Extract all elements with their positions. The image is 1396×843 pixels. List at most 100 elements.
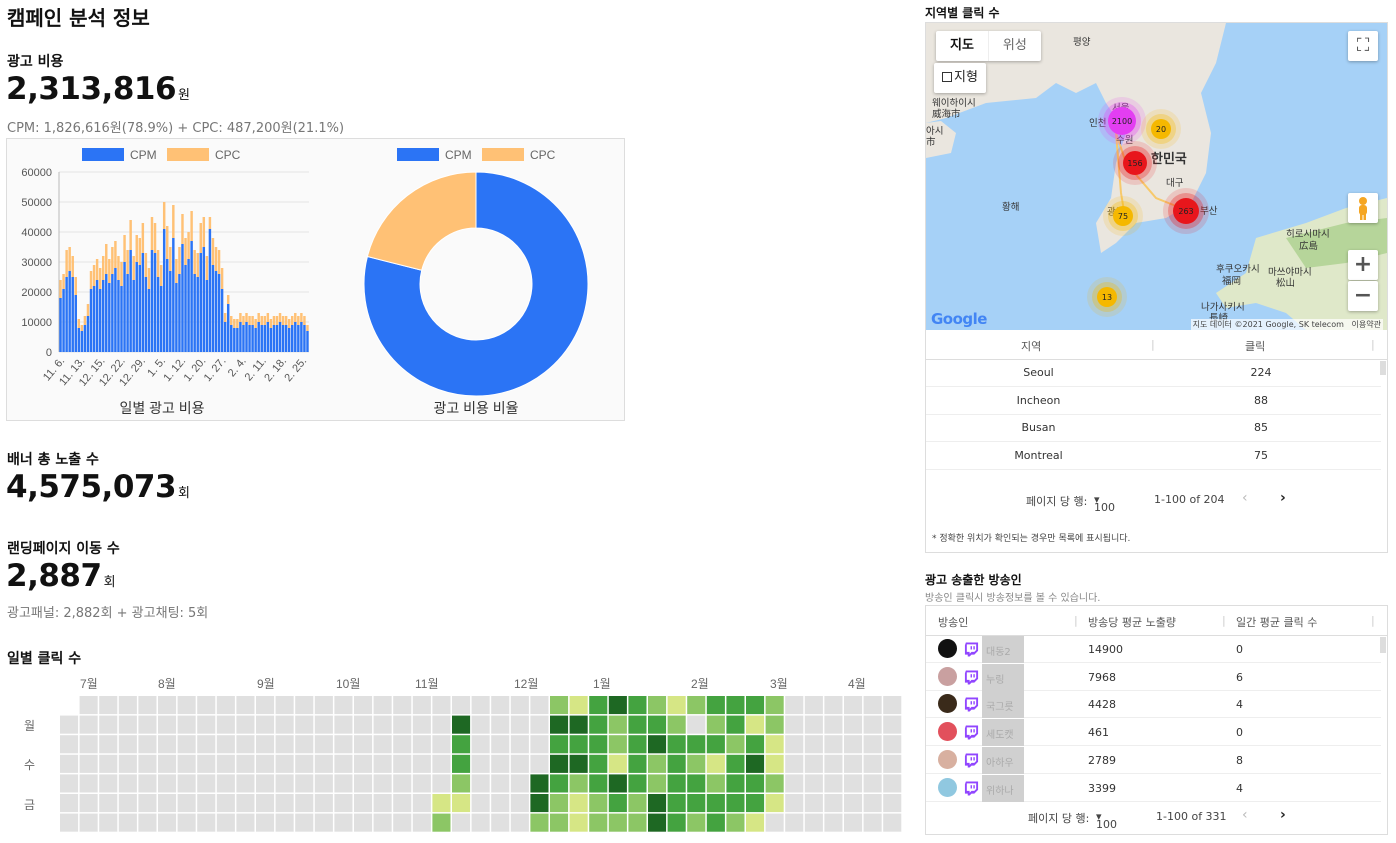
map-type-satellite-button[interactable]: 위성: [987, 31, 1041, 61]
bar-cpc: [275, 316, 279, 325]
bar-cpm: [245, 322, 248, 352]
heatmap-cell: [236, 794, 255, 813]
broadcaster-row[interactable]: 누링 7968 6: [926, 663, 1381, 691]
avg-clicks-col-header[interactable]: 일간 평균 클릭 수: [1236, 614, 1317, 630]
clicks-col-header[interactable]: 클릭: [1245, 338, 1265, 354]
heatmap-cell: [471, 794, 490, 813]
heatmap-cell: [863, 813, 882, 832]
terrain-checkbox[interactable]: [942, 72, 952, 82]
impressions-cell: 14900: [1088, 643, 1123, 656]
map-place-label: 대구: [1166, 178, 1184, 189]
map-place-label: 福岡: [1222, 275, 1241, 287]
clicks-cell: 0: [1236, 726, 1243, 740]
broadcaster-name[interactable]: 국그릇: [982, 691, 1024, 719]
broadcaster-row[interactable]: 대동2 14900 0: [926, 636, 1381, 663]
avg-impressions-col-header[interactable]: 방송당 평균 노출량: [1088, 614, 1176, 630]
heatmap-cell: [295, 774, 314, 793]
next-page-icon[interactable]: ›: [1280, 807, 1286, 823]
heatmap-cell: [373, 813, 392, 832]
heatmap-cell: [648, 794, 667, 813]
bar-cpm: [153, 253, 157, 352]
region-cell: Incheon: [1016, 393, 1061, 407]
heatmap-cell: [589, 735, 608, 754]
map-place-label: 황해: [1002, 201, 1019, 213]
map-type-map-button[interactable]: 지도: [936, 31, 988, 61]
table-row[interactable]: Incheon 88: [926, 388, 1381, 415]
region-col-header[interactable]: 지역: [1021, 338, 1041, 354]
heatmap-cell: [275, 813, 294, 832]
pegman-icon[interactable]: [1348, 193, 1378, 223]
zoom-in-icon[interactable]: +: [1348, 250, 1378, 280]
weekday-label: 수: [24, 758, 35, 772]
heatmap-cell: [412, 774, 431, 793]
heatmap-cell: [275, 735, 294, 754]
bar-cpm: [68, 271, 71, 352]
broadcaster-name[interactable]: 세도캣: [982, 719, 1024, 747]
heatmap-cell: [726, 735, 745, 754]
map-canvas[interactable]: 평양웨이하이시威海市인천서울수원한민국대구광주부산황해히로시마시広島후쿠오카시福…: [926, 23, 1387, 330]
heatmap-cell: [60, 774, 79, 793]
legend-swatch-cpm: [82, 148, 124, 161]
heatmap-cell: [354, 696, 373, 715]
heatmap-cell: [373, 794, 392, 813]
broadcaster-row[interactable]: 위하나 3399 4: [926, 774, 1381, 802]
terrain-toggle[interactable]: 지형: [934, 63, 986, 93]
bar-cpm: [306, 331, 309, 352]
month-label: 4월: [848, 677, 866, 691]
bar-cpc: [214, 247, 218, 271]
cluster-count: 263: [1178, 207, 1193, 216]
broadcaster-name[interactable]: 아하우: [982, 746, 1024, 774]
bar-cpc: [101, 256, 105, 280]
bar-cpm: [120, 286, 123, 352]
heatmap-cell: [765, 715, 784, 734]
next-page-icon[interactable]: ›: [1280, 490, 1286, 506]
map-terms-link[interactable]: 이용약관: [1352, 320, 1381, 329]
heatmap-cell: [471, 754, 490, 773]
broadcaster-name[interactable]: 누링: [982, 663, 1024, 691]
zoom-out-icon[interactable]: −: [1348, 281, 1378, 311]
bar-cpc: [217, 250, 221, 274]
heatmap-cell: [373, 754, 392, 773]
heatmap-cell: [138, 794, 157, 813]
broadcaster-row[interactable]: 아하우 2789 8: [926, 746, 1381, 774]
heatmap-cell: [530, 735, 549, 754]
bar-cpc: [254, 319, 257, 328]
broadcaster-row[interactable]: 국그릇 4428 4: [926, 691, 1381, 719]
bar-cpm: [178, 274, 181, 352]
broadcaster-name[interactable]: 대동2: [982, 636, 1024, 663]
rows-per-page-select[interactable]: 100 ▾: [1096, 810, 1117, 831]
heatmap-cell: [216, 774, 235, 793]
bar-cpm: [184, 265, 187, 352]
heatmap-cell: [99, 735, 118, 754]
month-label: 11월: [415, 677, 439, 691]
heatmap-cell: [667, 754, 686, 773]
region-map[interactable]: 평양웨이하이시威海市인천서울수원한민국대구광주부산황해히로시마시広島후쿠오카시福…: [926, 23, 1387, 330]
col-divider: |: [1222, 614, 1226, 627]
table-row[interactable]: Busan 85: [926, 415, 1381, 442]
heatmap-cell: [608, 774, 627, 793]
bar-cpm: [272, 325, 276, 352]
broadcasters-scrollbar[interactable]: [1380, 637, 1386, 653]
table-row[interactable]: Seoul 224: [926, 360, 1381, 387]
heatmap-cell: [412, 735, 431, 754]
daily-clicks-title: 일별 클릭 수: [7, 651, 82, 667]
prev-page-icon[interactable]: ‹: [1242, 490, 1248, 506]
broadcaster-name[interactable]: 위하나: [982, 774, 1024, 802]
bar-cpc: [89, 271, 93, 289]
broadcaster-col-header[interactable]: 방송인: [938, 614, 968, 630]
heatmap-cell: [785, 735, 804, 754]
region-scrollbar[interactable]: [1380, 361, 1386, 375]
click-cluster-marker: 2100: [1098, 97, 1146, 145]
table-row[interactable]: Montreal 75: [926, 443, 1381, 470]
broadcaster-row[interactable]: 세도캣 461 0: [926, 719, 1381, 747]
heatmap-cell: [275, 794, 294, 813]
prev-page-icon[interactable]: ‹: [1242, 807, 1248, 823]
bar-cpc: [245, 313, 248, 322]
heatmap-cell: [746, 715, 765, 734]
heatmap-cell: [628, 735, 647, 754]
bar-cpc: [74, 277, 77, 295]
heatmap-cell: [746, 794, 765, 813]
rows-per-page-select[interactable]: 100 ▾: [1094, 493, 1115, 514]
fullscreen-icon[interactable]: ⛶: [1348, 31, 1378, 61]
heatmap-cell: [667, 715, 686, 734]
